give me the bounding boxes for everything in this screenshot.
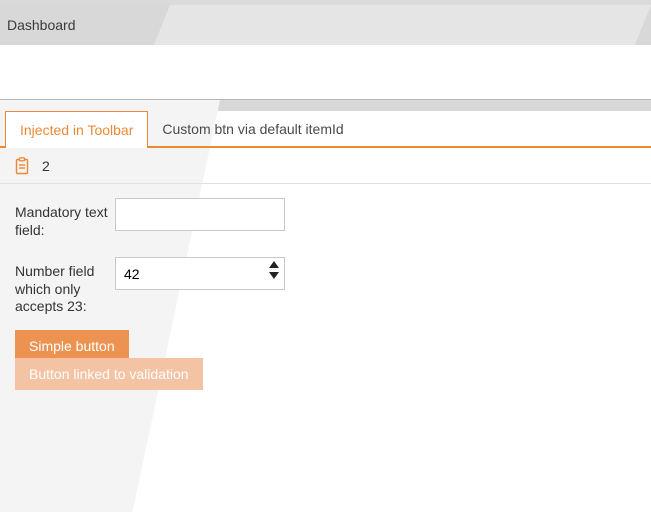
- panel-toolbar: 2: [0, 148, 651, 184]
- title-bar: Dashboard: [0, 5, 651, 45]
- mandatory-label: Mandatory text field:: [15, 198, 115, 239]
- spinner-down-icon[interactable]: [269, 272, 279, 279]
- tabs: Injected in Toolbar Custom btn via defau…: [0, 111, 651, 148]
- tab-injected-toolbar[interactable]: Injected in Toolbar: [5, 111, 148, 148]
- clipboard-icon: [14, 157, 30, 175]
- field-number: Number field which only accepts 23:: [15, 257, 651, 316]
- toolbar-band: [0, 45, 651, 100]
- page-title: Dashboard: [7, 17, 76, 33]
- tab-label: Custom btn via default itemId: [162, 121, 343, 137]
- number-input[interactable]: [115, 257, 285, 290]
- toolbar-count: 2: [42, 158, 50, 174]
- field-mandatory: Mandatory text field:: [15, 198, 651, 239]
- number-label: Number field which only accepts 23:: [15, 257, 115, 316]
- form: Mandatory text field: Number field which…: [0, 184, 651, 390]
- tab-label: Injected in Toolbar: [20, 122, 133, 138]
- number-spinner: [269, 261, 279, 279]
- spinner-up-icon[interactable]: [269, 261, 279, 268]
- validation-linked-button[interactable]: Button linked to validation: [15, 358, 203, 390]
- mandatory-input[interactable]: [115, 198, 285, 231]
- tab-custom-btn[interactable]: Custom btn via default itemId: [148, 111, 357, 146]
